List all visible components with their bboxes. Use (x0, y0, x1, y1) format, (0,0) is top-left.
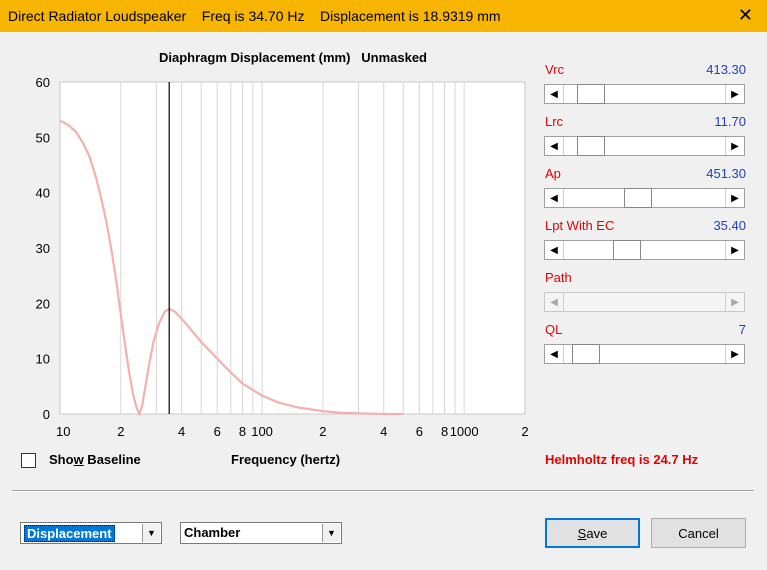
plot-type-value: Displacement (24, 525, 115, 542)
slider-scrollbar[interactable]: ◀ ▶ (544, 84, 745, 104)
scroll-left-icon: ◀ (545, 293, 564, 311)
chevron-down-icon[interactable]: ▼ (322, 524, 340, 542)
slider-thumb[interactable] (572, 344, 601, 364)
y-tick-label: 50 (36, 130, 50, 145)
slider-value: 35.40 (713, 218, 746, 233)
y-tick-label: 10 (36, 352, 50, 367)
slider-scrollbar[interactable]: ◀ ▶ (544, 188, 745, 208)
scroll-left-icon[interactable]: ◀ (545, 189, 564, 207)
scroll-left-icon[interactable]: ◀ (545, 137, 564, 155)
y-tick-label: 40 (36, 186, 50, 201)
y-tick-label: 30 (36, 241, 50, 256)
slider-value: 11.70 (714, 114, 746, 129)
scroll-left-icon[interactable]: ◀ (545, 85, 564, 103)
chamber-select[interactable]: Chamber ▼ (180, 522, 342, 544)
slider-label: Lpt With EC (545, 218, 615, 233)
chevron-down-icon[interactable]: ▼ (142, 524, 160, 542)
scroll-right-icon: ▶ (725, 293, 744, 311)
x-tick-label: 10 (56, 424, 70, 439)
x-axis-label: Frequency (hertz) (231, 452, 341, 467)
close-icon[interactable]: ✕ (738, 5, 753, 26)
chamber-value: Chamber (184, 525, 241, 540)
y-tick-label: 20 (36, 296, 50, 311)
x-tick-label: 6 (214, 424, 221, 439)
scroll-right-icon[interactable]: ▶ (725, 345, 744, 363)
show-baseline-checkbox[interactable] (21, 453, 36, 468)
displacement-chart: 010203040506010 2 4 6 8 100 2 4 6 8 1000 2 (36, 75, 529, 439)
slider-thumb[interactable] (612, 240, 641, 260)
helmholtz-frequency: Helmholtz freq is 24.7 Hz (545, 452, 699, 467)
x-tick-label: 8 (441, 424, 448, 439)
x-tick-label: 2 (319, 424, 326, 439)
scroll-right-icon[interactable]: ▶ (725, 189, 744, 207)
x-tick-label: 1000 (450, 424, 479, 439)
x-tick-label: 8 (239, 424, 246, 439)
slider-thumb[interactable] (623, 188, 652, 208)
show-baseline-label[interactable]: Show Baseline (49, 452, 141, 467)
slider-scrollbar[interactable]: ◀ ▶ (544, 240, 745, 260)
slider-value: 451.30 (706, 166, 746, 181)
scroll-right-icon[interactable]: ▶ (725, 241, 744, 259)
slider-scrollbar: ◀ ▶ (544, 292, 745, 312)
y-tick-label: 60 (36, 75, 50, 90)
x-tick-label: 6 (416, 424, 423, 439)
y-tick-label: 0 (43, 407, 50, 422)
plot-type-select[interactable]: Displacement ▼ (20, 522, 162, 544)
scroll-left-icon[interactable]: ◀ (545, 241, 564, 259)
slider-value: 413.30 (706, 62, 746, 77)
slider-label: Lrc (545, 114, 564, 129)
slider-label: Path (545, 270, 572, 285)
scroll-left-icon[interactable]: ◀ (545, 345, 564, 363)
separator (12, 490, 754, 492)
slider-scrollbar[interactable]: ◀ ▶ (544, 136, 745, 156)
save-button[interactable]: Save (545, 518, 640, 548)
slider-thumb[interactable] (576, 136, 605, 156)
slider-label: QL (545, 322, 563, 337)
x-tick-label: 4 (178, 424, 185, 439)
x-tick-label: 100 (251, 424, 273, 439)
x-tick-label: 2 (521, 424, 528, 439)
slider-thumb[interactable] (576, 84, 605, 104)
scroll-right-icon[interactable]: ▶ (725, 85, 744, 103)
slider-value: 7 (738, 322, 746, 337)
slider-scrollbar[interactable]: ◀ ▶ (544, 344, 745, 364)
slider-label: Ap (545, 166, 561, 181)
slider-label: Vrc (545, 62, 565, 77)
cancel-button[interactable]: Cancel (651, 518, 746, 548)
scroll-right-icon[interactable]: ▶ (725, 137, 744, 155)
x-tick-label: 2 (117, 424, 124, 439)
x-tick-label: 4 (380, 424, 387, 439)
